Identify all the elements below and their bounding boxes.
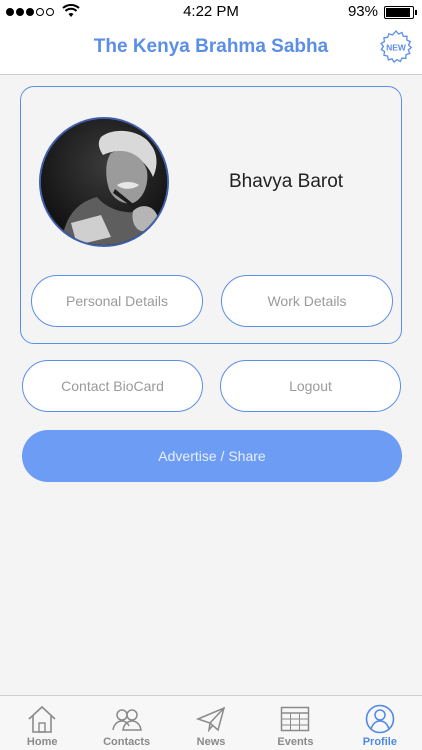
calendar-grid-icon [280, 704, 310, 734]
tab-contacts[interactable]: Contacts [84, 696, 168, 750]
avatar[interactable] [39, 117, 169, 247]
new-badge-icon[interactable]: NEW [378, 30, 414, 66]
new-badge-label: NEW [386, 43, 407, 53]
tab-home[interactable]: Home [0, 696, 84, 750]
app-header: The Kenya Brahma Sabha NEW [0, 24, 422, 75]
tab-profile-label: Profile [362, 736, 397, 748]
tab-events[interactable]: Events [253, 696, 337, 750]
app-title: The Kenya Brahma Sabha [93, 36, 329, 57]
battery-icon [384, 6, 417, 19]
tab-news[interactable]: News [169, 696, 253, 750]
profile-card: Bhavya Barot Personal Details Work Detai… [20, 86, 402, 344]
logout-button[interactable]: Logout [220, 360, 401, 412]
profile-icon [365, 704, 395, 734]
paper-plane-icon [196, 704, 226, 734]
advertise-share-button[interactable]: Advertise / Share [22, 430, 402, 482]
bottom-tab-bar: Home Contacts News Events Profile [0, 695, 422, 750]
home-icon [27, 704, 57, 734]
contact-biocard-button[interactable]: Contact BioCard [22, 360, 203, 412]
status-bar: 4:22 PM 93% [0, 0, 422, 24]
tab-profile[interactable]: Profile [338, 696, 422, 750]
tab-home-label: Home [26, 736, 58, 748]
contacts-icon [111, 704, 143, 734]
battery-percentage: 93% [347, 3, 378, 20]
tab-contacts-label: Contacts [103, 736, 151, 748]
tab-news-label: News [196, 736, 226, 748]
tab-events-label: Events [277, 736, 314, 748]
user-name: Bhavya Barot [229, 171, 344, 192]
work-details-button[interactable]: Work Details [221, 275, 393, 327]
personal-details-button[interactable]: Personal Details [31, 275, 203, 327]
